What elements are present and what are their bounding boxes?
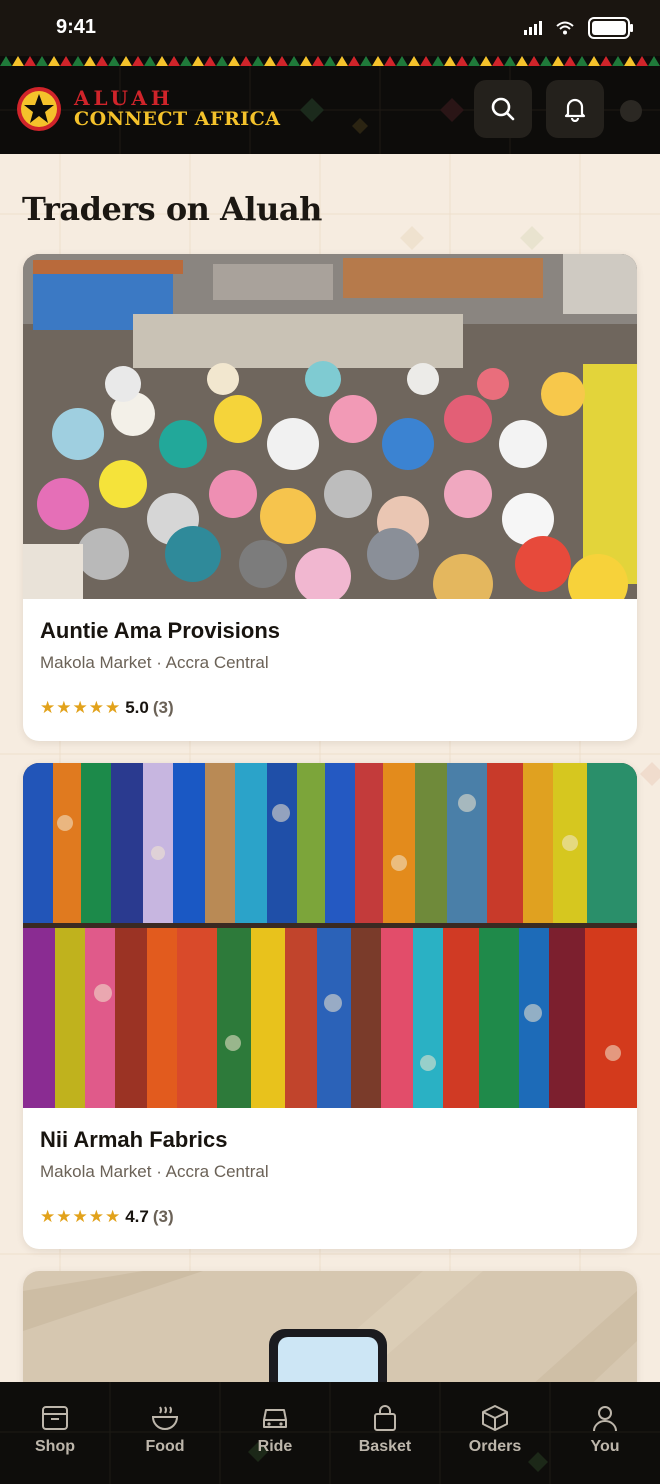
- nav-food-label: Food: [145, 1438, 185, 1455]
- nav-shop[interactable]: Shop: [0, 1404, 110, 1456]
- search-button[interactable]: [474, 80, 532, 138]
- brand-name-bottom: CONNECT AFRICA: [74, 108, 281, 130]
- bell-icon: [564, 98, 586, 122]
- bottom-navigation: Shop Food Ride Basket Orders You: [0, 1382, 660, 1484]
- page-title: Traders on Aluah: [22, 190, 322, 228]
- nav-orders-label: Orders: [468, 1438, 522, 1455]
- nav-basket[interactable]: Basket: [330, 1404, 440, 1456]
- logo-star-icon: [17, 87, 61, 131]
- shop-icon: [42, 1406, 68, 1430]
- phone-on-table-photo: [23, 1271, 637, 1382]
- trader-location: Makola Market · Accra Central: [40, 653, 269, 672]
- app-header: ALUAH CONNECT AFRICA: [0, 56, 660, 154]
- wifi-icon: [556, 21, 574, 35]
- trader-name: Nii Armah Fabrics: [40, 1127, 228, 1152]
- car-icon: [263, 1409, 287, 1428]
- status-bar: 9:41: [0, 0, 660, 56]
- trader-card[interactable]: Nii Armah Fabrics Makola Market · Accra …: [23, 763, 637, 1249]
- rating-value: 4.7: [125, 1207, 149, 1226]
- search-icon: [491, 97, 515, 121]
- bowl-icon: [151, 1406, 179, 1430]
- trader-card[interactable]: Auntie Ama Provisions Makola Market · Ac…: [23, 254, 637, 741]
- signal-icon: [524, 21, 542, 35]
- box-icon: [482, 1405, 508, 1431]
- nav-you-label: You: [590, 1438, 620, 1455]
- battery-icon: [588, 17, 633, 39]
- nav-food[interactable]: Food: [110, 1404, 220, 1456]
- rating-count: (3): [152, 1207, 174, 1226]
- trader-card[interactable]: [23, 1271, 637, 1382]
- traders-list-view[interactable]: Traders on Aluah Auntie Ama Provisions M…: [0, 154, 660, 1382]
- nav-shop-label: Shop: [35, 1438, 75, 1455]
- nav-ride[interactable]: Ride: [220, 1404, 330, 1456]
- trader-location: Makola Market · Accra Central: [40, 1162, 269, 1181]
- profile-dot[interactable]: [620, 100, 642, 122]
- nav-ride-label: Ride: [257, 1438, 293, 1455]
- trader-rating: ★★★★★ 4.7 (3): [40, 1207, 174, 1227]
- nav-orders[interactable]: Orders: [440, 1404, 550, 1456]
- nav-you[interactable]: You: [550, 1404, 660, 1456]
- brand-name-top: ALUAH: [74, 86, 174, 110]
- status-icons: [524, 17, 634, 39]
- kente-strip: [0, 56, 660, 66]
- user-icon: [593, 1406, 617, 1432]
- market-photo: [23, 254, 637, 599]
- star-rating-icon: ★★★★★: [40, 698, 122, 717]
- fabrics-photo: [23, 763, 637, 1108]
- star-rating-icon: ★★★★★: [40, 1207, 122, 1226]
- status-time: 9:41: [56, 16, 97, 38]
- rating-count: (3): [152, 698, 174, 717]
- notifications-button[interactable]: [546, 80, 604, 138]
- nav-basket-label: Basket: [358, 1438, 412, 1455]
- basket-icon: [374, 1405, 396, 1431]
- rating-value: 5.0: [125, 698, 149, 717]
- trader-rating: ★★★★★ 5.0 (3): [40, 698, 174, 718]
- trader-name: Auntie Ama Provisions: [40, 618, 281, 643]
